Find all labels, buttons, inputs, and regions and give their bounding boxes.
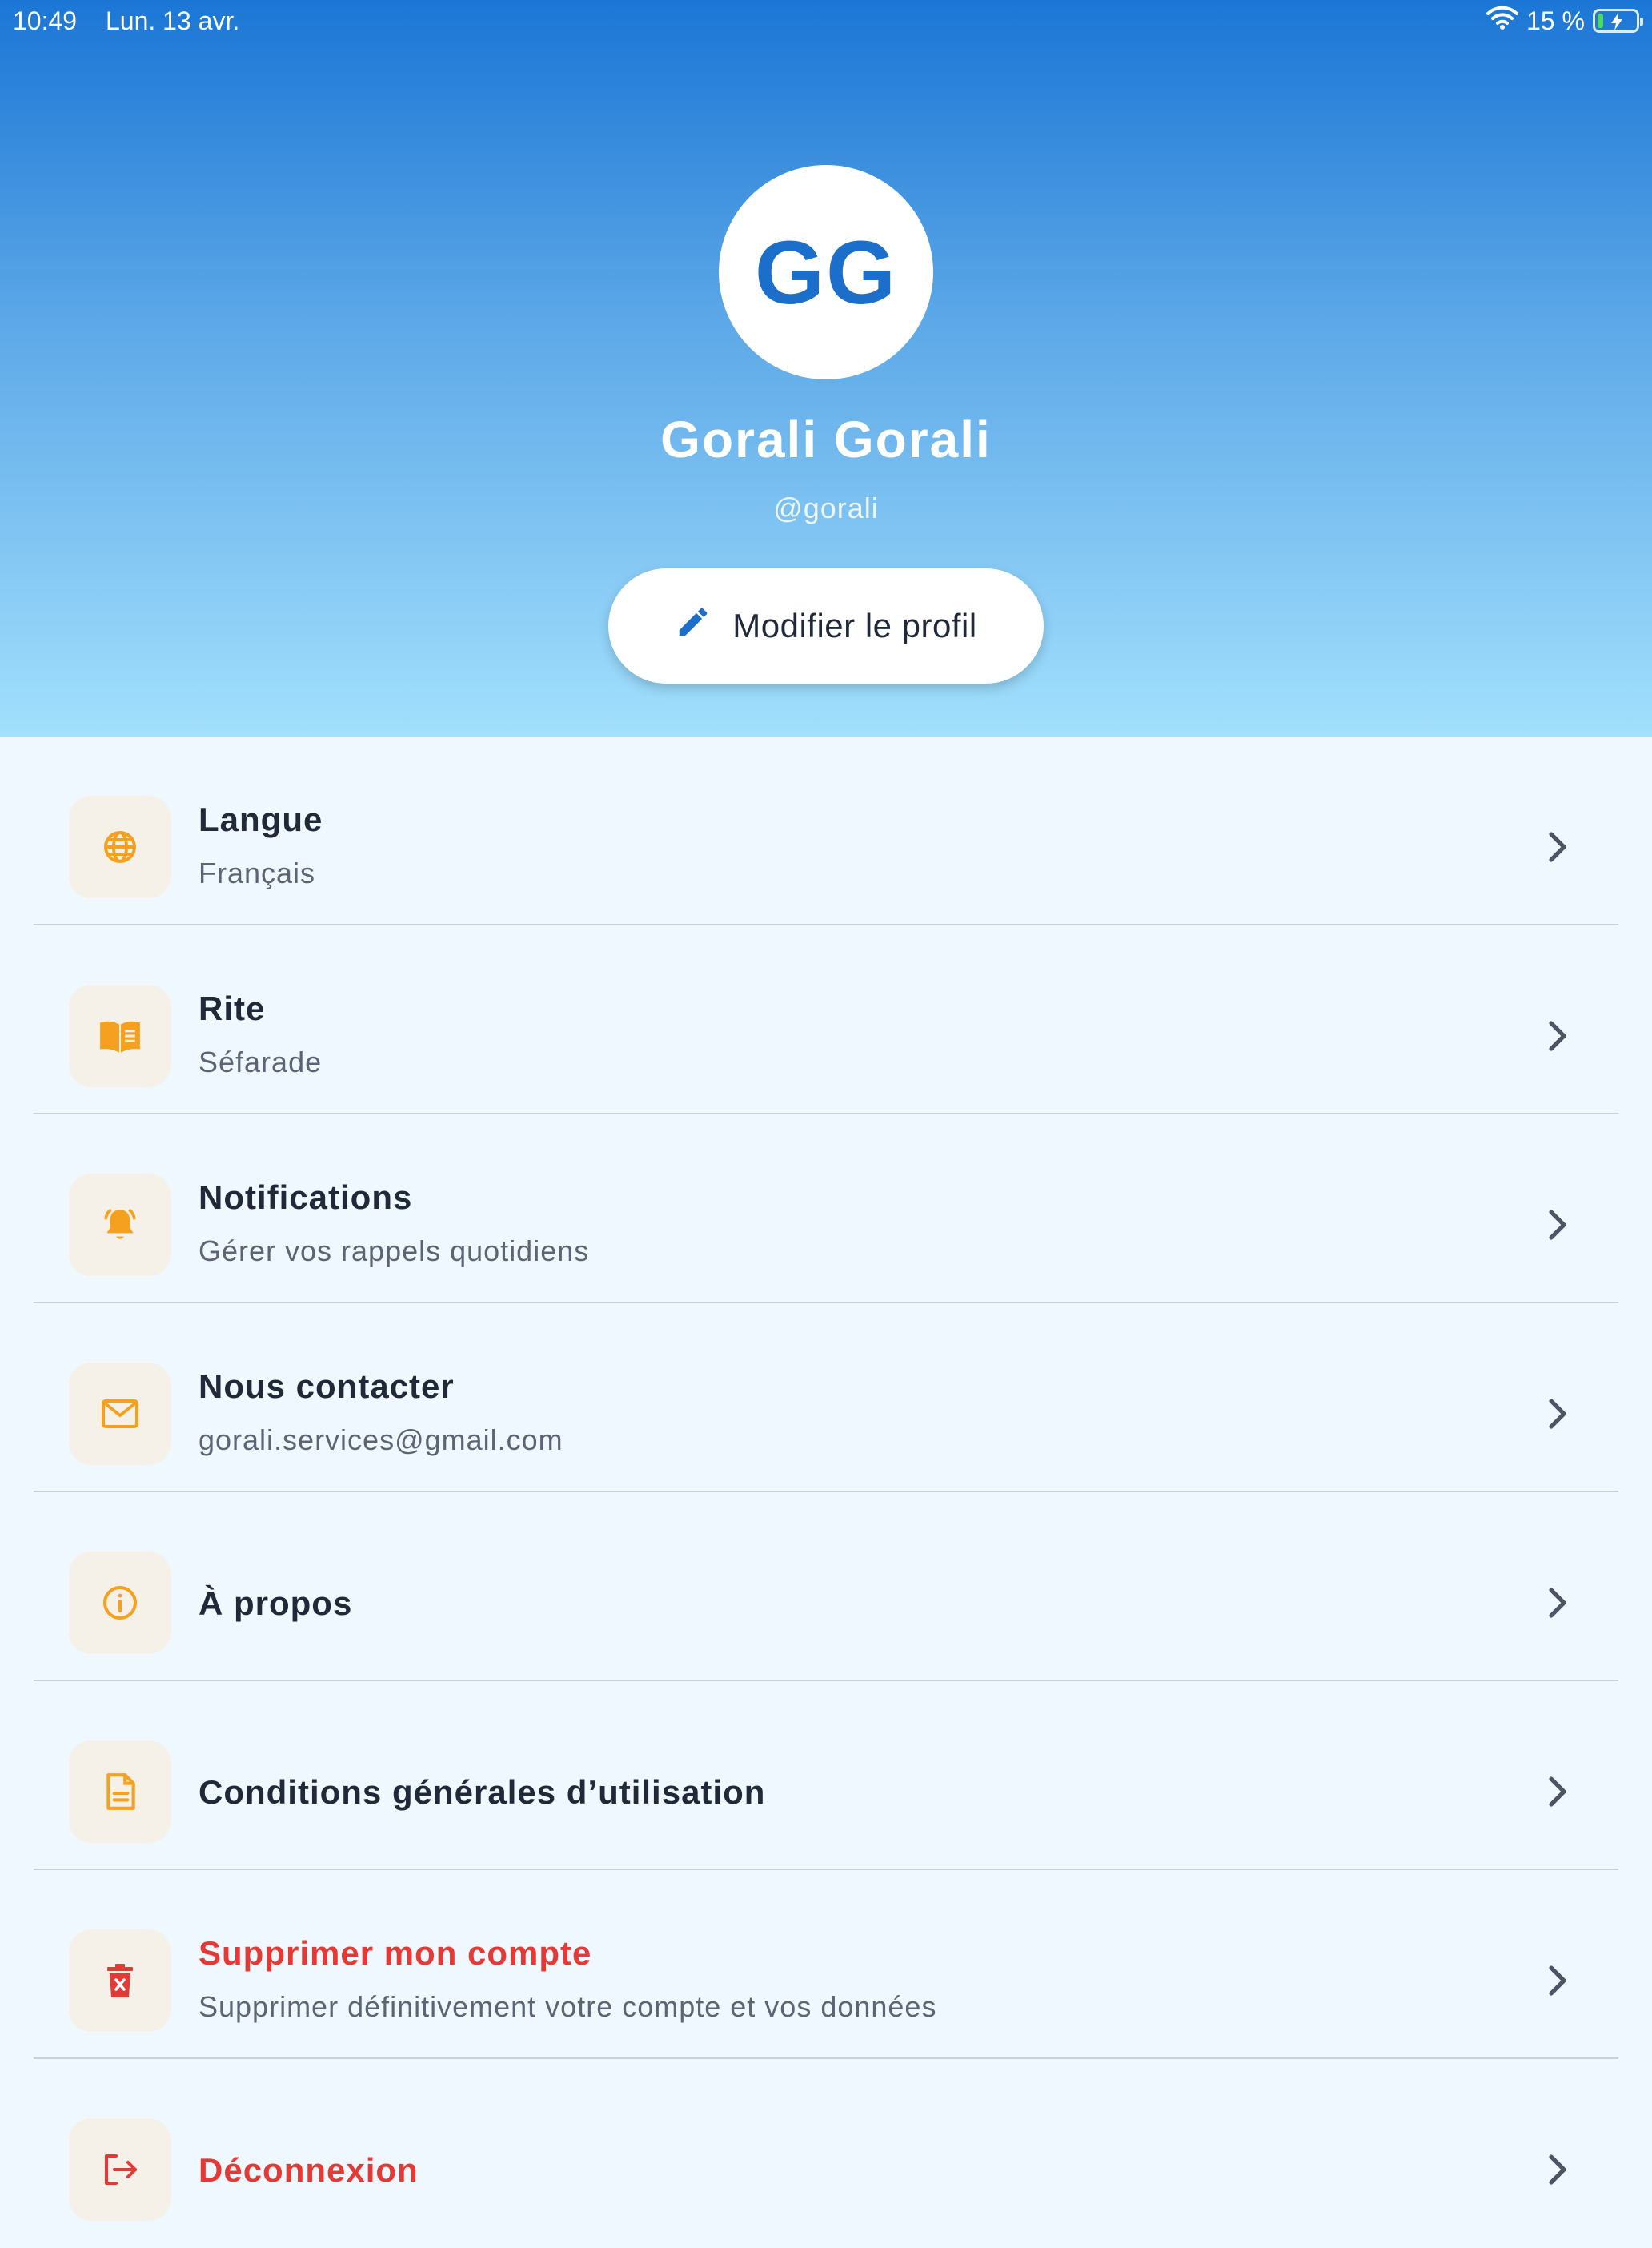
wifi-icon xyxy=(1486,6,1519,36)
menu-item-notifications[interactable]: Notifications Gérer vos rappels quotidie… xyxy=(0,1114,1652,1303)
menu-item-title: À propos xyxy=(198,1584,353,1622)
status-date: Lun. 13 avr. xyxy=(106,6,240,35)
menu-item-contact[interactable]: Nous contacter gorali.services@gmail.com xyxy=(0,1303,1652,1492)
battery-icon xyxy=(1593,9,1643,33)
chevron-right-icon xyxy=(1549,2154,1566,2185)
chevron-right-icon xyxy=(1549,1588,1566,1618)
chevron-right-icon xyxy=(1549,1776,1566,1807)
document-icon xyxy=(69,1740,171,1843)
menu-item-delete-account[interactable]: Supprimer mon compte Supprimer définitiv… xyxy=(0,1870,1652,2059)
user-name: Gorali Gorali xyxy=(660,411,992,468)
status-indicators: 15 % xyxy=(1486,5,1643,37)
pencil-icon xyxy=(675,604,712,648)
mail-icon xyxy=(69,1363,171,1465)
menu-item-title: Rite xyxy=(198,990,266,1027)
menu-item-about[interactable]: À propos xyxy=(0,1492,1652,1681)
menu-item-title: Conditions générales d’utilisation xyxy=(198,1773,766,1811)
chevron-right-icon xyxy=(1549,832,1566,862)
menu-item-title: Notifications xyxy=(198,1178,413,1216)
globe-icon xyxy=(69,796,171,898)
avatar: GG xyxy=(719,165,933,379)
menu-item-rite[interactable]: Rite Séfarade xyxy=(0,925,1652,1114)
menu-item-subtitle: Français xyxy=(198,857,316,889)
logout-icon xyxy=(69,2118,171,2221)
status-bar: 10:49 Lun. 13 avr. 15 % xyxy=(0,0,1652,45)
menu-item-logout[interactable]: Déconnexion xyxy=(0,2059,1652,2248)
chevron-right-icon xyxy=(1549,1021,1566,1051)
battery-percent: 15 % xyxy=(1526,6,1585,35)
chevron-right-icon xyxy=(1549,1399,1566,1429)
book-icon xyxy=(69,985,171,1087)
menu-item-subtitle: Gérer vos rappels quotidiens xyxy=(198,1234,590,1267)
profile-header: 10:49 Lun. 13 avr. 15 % GG Gorali Gorali… xyxy=(0,0,1652,737)
chevron-right-icon xyxy=(1549,1210,1566,1240)
edit-profile-button[interactable]: Modifier le profil xyxy=(608,568,1044,684)
menu-item-subtitle: Séfarade xyxy=(198,1046,323,1078)
menu-item-title: Nous contacter xyxy=(198,1367,455,1405)
user-handle: @gorali xyxy=(773,492,879,524)
trash-icon xyxy=(69,1929,171,2032)
menu-item-title: Déconnexion xyxy=(198,2151,419,2189)
menu-item-subtitle: Supprimer définitivement votre compte et… xyxy=(198,1990,937,2023)
bell-icon xyxy=(69,1174,171,1276)
menu-item-title: Langue xyxy=(198,801,323,838)
chevron-right-icon xyxy=(1549,1965,1566,1996)
menu-item-subtitle: gorali.services@gmail.com xyxy=(198,1423,563,1456)
menu-item-terms[interactable]: Conditions générales d’utilisation xyxy=(0,1681,1652,1870)
menu-item-language[interactable]: Langue Français xyxy=(0,737,1652,925)
info-icon xyxy=(69,1552,171,1654)
edit-profile-label: Modifier le profil xyxy=(732,607,977,644)
menu-item-title: Supprimer mon compte xyxy=(198,1934,592,1972)
status-time: 10:49 xyxy=(13,6,78,35)
